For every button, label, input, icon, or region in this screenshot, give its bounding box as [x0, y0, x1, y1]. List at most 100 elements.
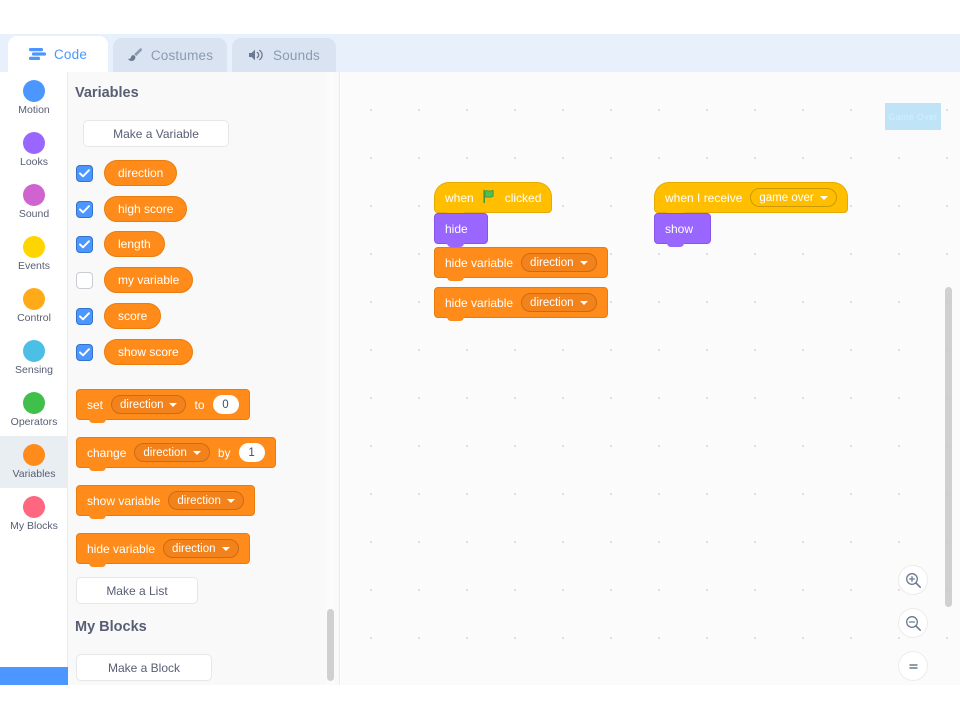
block-when-flag-clicked[interactable]: when clicked [434, 182, 553, 216]
checkbox-score[interactable] [76, 307, 93, 325]
palette-variable-show-score[interactable]: show score [76, 339, 193, 365]
hide-variable-dropdown-value: direction [172, 542, 216, 555]
hide-block-label: hide [445, 221, 468, 236]
palette-variable-length[interactable]: length [76, 231, 165, 257]
zoom-out-button[interactable] [898, 608, 928, 638]
when-i-receive-dropdown[interactable]: game over [750, 188, 837, 207]
green-flag-icon [482, 189, 497, 207]
when-i-receive-dropdown-value: game over [759, 191, 814, 204]
hide-variable-dropdown[interactable]: direction [163, 539, 239, 558]
palette-variable-high-score[interactable]: high score [76, 196, 188, 222]
block-hide[interactable]: hide [434, 213, 488, 247]
hide-variable-1-dropdown[interactable]: direction [521, 253, 597, 272]
hide-variable-1-dropdown-value: direction [530, 256, 574, 269]
scripts-canvas[interactable]: Game Over when clicked hide hide variabl… [341, 72, 960, 685]
block-show[interactable]: show [654, 213, 711, 247]
block-notch [447, 276, 464, 281]
variable-pill-show-score[interactable]: show score [104, 339, 193, 365]
category-looks[interactable]: Looks [0, 124, 68, 176]
zoom-reset-button[interactable] [898, 651, 928, 681]
change-block-dropdown[interactable]: direction [134, 443, 210, 462]
make-a-block-button[interactable]: Make a Block [76, 654, 212, 681]
block-hide-variable-2[interactable]: hide variable direction [434, 287, 608, 321]
checkbox-length[interactable] [76, 235, 93, 253]
sound-color-dot [23, 184, 45, 207]
checkbox-show-score[interactable] [76, 343, 93, 361]
chevron-down-icon [819, 195, 828, 200]
palette-block-hide-variable[interactable]: hide variable direction [76, 533, 250, 567]
chevron-down-icon [192, 450, 201, 455]
block-palette[interactable]: Variables Make a Variable direction high… [68, 72, 340, 685]
checkbox-direction[interactable] [76, 164, 93, 182]
tab-sounds-label: Sounds [273, 47, 320, 63]
canvas-scrollbar-thumb[interactable] [945, 287, 952, 607]
block-notch [447, 316, 464, 321]
category-myblocks-label: My Blocks [10, 520, 58, 533]
zoom-in-button[interactable] [898, 565, 928, 595]
variable-pill-my-variable[interactable]: my variable [104, 267, 194, 293]
hide-variable-2-label: hide variable [445, 295, 514, 310]
category-variables[interactable]: Variables [0, 436, 68, 488]
hide-variable-1-label: hide variable [445, 255, 514, 270]
variable-pill-direction[interactable]: direction [104, 160, 178, 186]
operators-color-dot [23, 392, 45, 415]
variable-pill-score[interactable]: score [104, 303, 162, 329]
set-block-value-input[interactable]: 0 [212, 395, 239, 414]
block-hide-variable-1[interactable]: hide variable direction [434, 247, 608, 281]
set-block-dropdown[interactable]: direction [111, 395, 187, 414]
make-a-list-button[interactable]: Make a List [76, 577, 198, 604]
show-variable-dropdown[interactable]: direction [168, 491, 244, 510]
zoom-in-icon [905, 572, 921, 588]
paintbrush-icon [127, 48, 143, 62]
palette-block-show-variable[interactable]: show variable direction [76, 485, 255, 519]
scratch-editor: Code Costumes Sounds Motion Looks Sound … [0, 0, 960, 720]
checkbox-my-variable[interactable] [76, 271, 93, 289]
category-control[interactable]: Control [0, 280, 68, 332]
category-variables-label: Variables [12, 468, 56, 481]
category-sound[interactable]: Sound [0, 176, 68, 228]
palette-scrollbar-thumb[interactable] [327, 609, 334, 681]
category-motion[interactable]: Motion [0, 72, 68, 124]
change-block-dropdown-value: direction [143, 446, 187, 459]
hide-variable-2-dropdown-value: direction [530, 296, 574, 309]
show-variable-dropdown-value: direction [177, 494, 221, 507]
chevron-down-icon [169, 402, 178, 407]
change-block-value-input[interactable]: 1 [238, 443, 265, 462]
category-motion-label: Motion [18, 104, 50, 117]
sensing-color-dot [23, 340, 45, 363]
category-control-label: Control [17, 312, 51, 325]
code-blocks-icon [28, 47, 46, 61]
when-flag-clicked-when-label: when [445, 190, 474, 205]
hide-variable-2-dropdown[interactable]: direction [521, 293, 597, 312]
zoom-reset-icon [908, 663, 918, 669]
palette-header-myblocks: My Blocks [75, 619, 147, 635]
tab-sounds[interactable]: Sounds [232, 38, 336, 72]
speaker-icon [248, 48, 265, 62]
palette-scrollbar-track[interactable] [326, 72, 335, 685]
show-block-label: show [665, 221, 694, 236]
tab-costumes[interactable]: Costumes [113, 38, 227, 72]
block-when-i-receive[interactable]: when I receive game over [654, 182, 848, 216]
palette-variable-direction[interactable]: direction [76, 160, 178, 186]
make-a-variable-button[interactable]: Make a Variable [83, 120, 229, 147]
set-block-to-label: to [194, 397, 205, 412]
category-sensing[interactable]: Sensing [0, 332, 68, 384]
myblocks-color-dot [23, 496, 45, 519]
category-myblocks[interactable]: My Blocks [0, 488, 68, 540]
palette-variable-score[interactable]: score [76, 303, 162, 329]
variable-pill-high-score[interactable]: high score [104, 196, 188, 222]
category-operators[interactable]: Operators [0, 384, 68, 436]
when-i-receive-label: when I receive [665, 190, 743, 205]
zoom-out-icon [905, 615, 921, 631]
checkbox-high-score[interactable] [76, 200, 93, 218]
palette-block-change-variable[interactable]: change direction by 1 [76, 437, 276, 471]
variable-pill-length[interactable]: length [104, 231, 165, 257]
chevron-down-icon [221, 546, 230, 551]
events-color-dot [23, 236, 45, 259]
category-sidebar: Motion Looks Sound Events Control Sensin… [0, 72, 68, 685]
category-events[interactable]: Events [0, 228, 68, 280]
category-events-label: Events [17, 260, 51, 273]
tab-code[interactable]: Code [8, 36, 108, 72]
palette-variable-my-variable[interactable]: my variable [76, 267, 194, 293]
palette-block-set-variable[interactable]: set direction to 0 [76, 389, 250, 423]
